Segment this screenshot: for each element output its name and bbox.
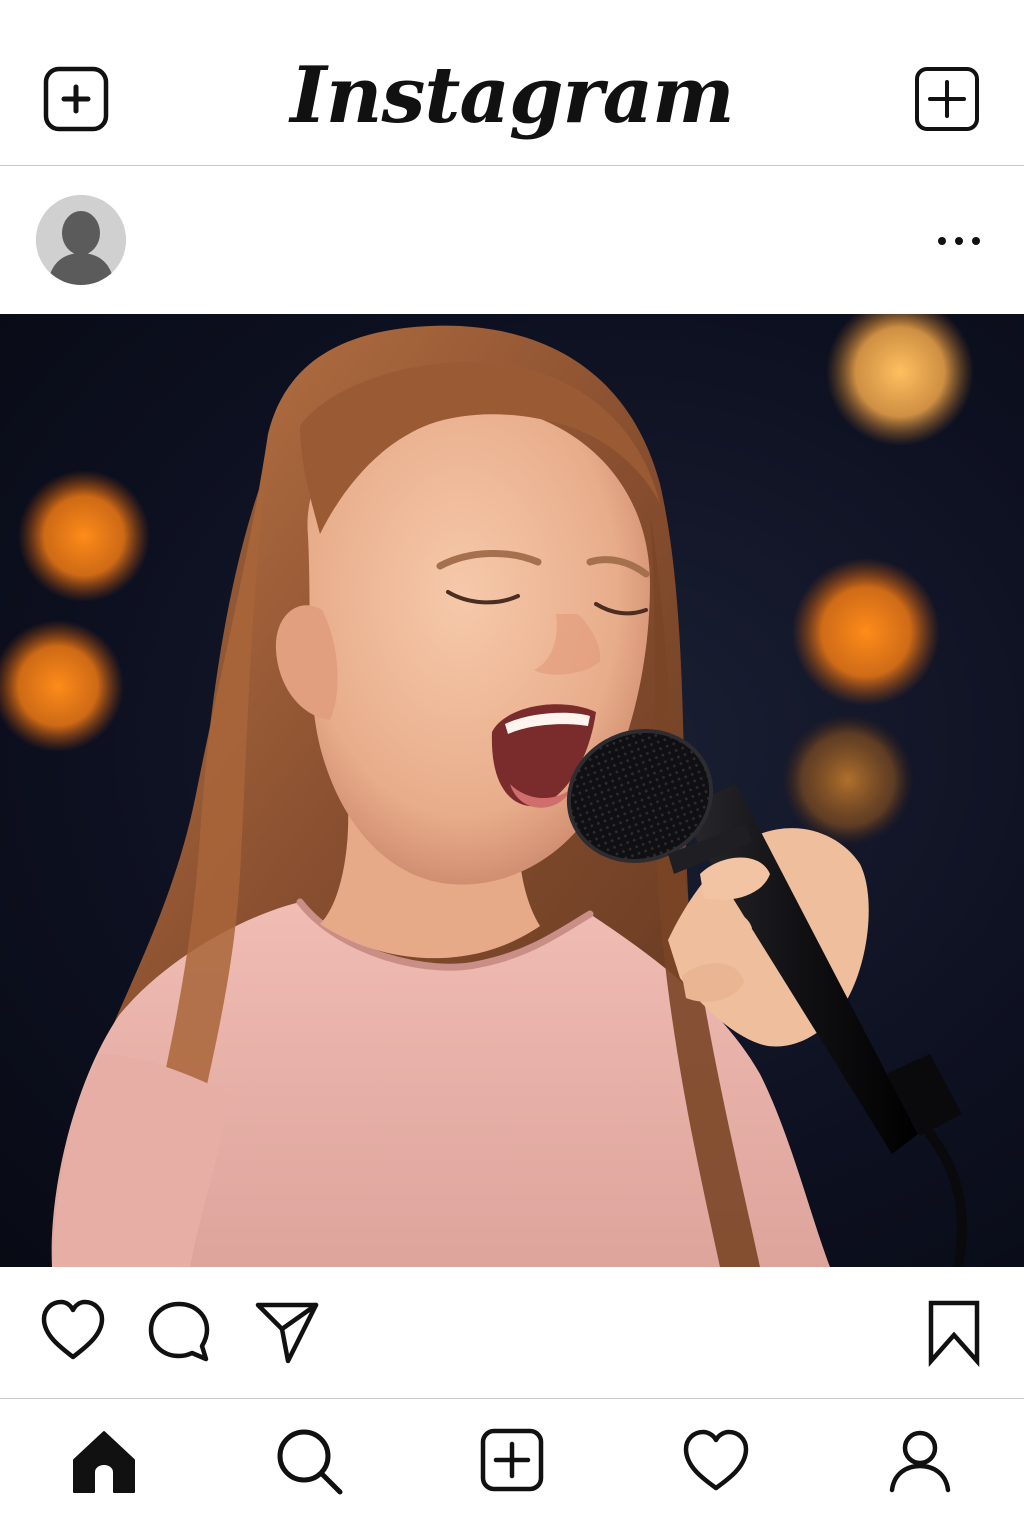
- bokeh-light: [18, 470, 150, 602]
- comment-icon[interactable]: [146, 1299, 212, 1365]
- home-icon[interactable]: [70, 1428, 138, 1496]
- heart-icon[interactable]: [40, 1299, 106, 1365]
- post-actions: [0, 1267, 1024, 1399]
- search-icon[interactable]: [276, 1428, 344, 1496]
- profile-icon[interactable]: [886, 1428, 954, 1496]
- more-options-icon[interactable]: [936, 229, 982, 253]
- add-icon[interactable]: [480, 1428, 548, 1496]
- send-icon[interactable]: [254, 1299, 320, 1365]
- post-photo[interactable]: [0, 314, 1024, 1267]
- bookmark-icon[interactable]: [922, 1299, 988, 1367]
- bottom-nav: [0, 1400, 1024, 1536]
- bokeh-light: [782, 714, 914, 846]
- bokeh-light: [826, 314, 974, 446]
- add-icon[interactable]: [914, 66, 980, 132]
- app-logo: Instagram: [290, 50, 734, 141]
- post-header: [0, 167, 1024, 314]
- bokeh-light: [0, 620, 124, 752]
- heart-icon[interactable]: [682, 1428, 750, 1496]
- top-bar: Instagram: [0, 0, 1024, 166]
- bokeh-light: [792, 558, 940, 706]
- default-avatar-icon[interactable]: [36, 195, 126, 285]
